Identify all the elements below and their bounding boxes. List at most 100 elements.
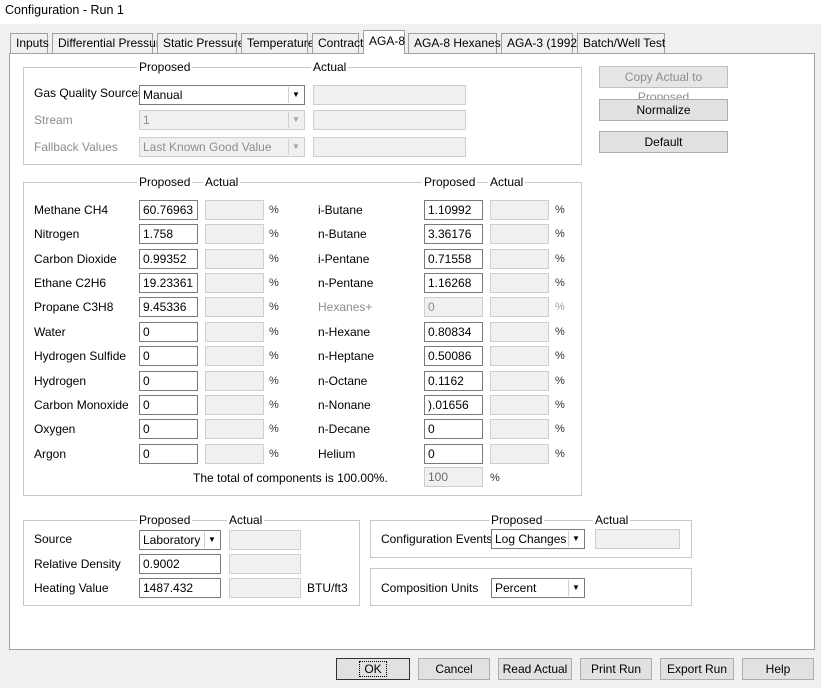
chevron-down-icon[interactable]: ▼ — [204, 532, 219, 548]
nitrogen-unit: % — [269, 228, 279, 240]
stream-select[interactable]: 1 ▼ — [139, 110, 305, 130]
fallback-values-label: Fallback Values — [34, 140, 118, 154]
n-hexane-label: n-Hexane — [318, 325, 371, 339]
tab-inputs[interactable]: Inputs — [10, 33, 49, 53]
export-run-button[interactable]: Export Run — [660, 658, 734, 680]
source-select[interactable]: Laboratory ▼ — [139, 530, 221, 550]
n-nonane-actual-field — [490, 395, 549, 415]
chevron-down-icon[interactable]: ▼ — [568, 580, 583, 596]
total-components-text: The total of components is 100.00%. — [193, 471, 388, 485]
helium-proposed-input[interactable]: 0 — [424, 444, 483, 464]
n-pentane-proposed-input[interactable]: 1.16268 — [424, 273, 483, 293]
hydrogen-proposed-input[interactable]: 0 — [139, 371, 198, 391]
n-decane-proposed-input[interactable]: 0 — [424, 419, 483, 439]
hydrogen-unit: % — [269, 375, 279, 387]
ethane-c2h6-label: Ethane C2H6 — [34, 276, 107, 290]
n-hexane-proposed-input[interactable]: 0.80834 — [424, 322, 483, 342]
propane-c3h8-unit: % — [269, 301, 279, 313]
source-label: Source — [34, 532, 73, 546]
carbon-monoxide-actual-field — [205, 395, 264, 415]
carbon-dioxide-proposed-input[interactable]: 0.99352 — [139, 249, 198, 269]
hydrogen-sulfide-unit: % — [269, 350, 279, 362]
source-value: Laboratory — [143, 533, 201, 547]
water-proposed-input[interactable]: 0 — [139, 322, 198, 342]
chevron-down-icon[interactable]: ▼ — [288, 139, 303, 155]
n-heptane-proposed-input[interactable]: 0.50086 — [424, 346, 483, 366]
relative-density-input[interactable]: 0.9002 — [139, 554, 221, 574]
oxygen-label: Oxygen — [34, 422, 76, 436]
chevron-down-icon[interactable]: ▼ — [288, 112, 303, 128]
total-components-value: 100 — [424, 467, 483, 487]
n-octane-proposed-input[interactable]: 0.1162 — [424, 371, 483, 391]
i-butane-proposed-input[interactable]: 1.10992 — [424, 200, 483, 220]
hydrogen-label: Hydrogen — [34, 374, 87, 388]
fallback-values-select[interactable]: Last Known Good Value ▼ — [139, 137, 305, 157]
chevron-down-icon[interactable]: ▼ — [568, 531, 583, 547]
tab-aga8[interactable]: AGA-8 — [363, 30, 405, 54]
config-events-label: Configuration Events — [381, 532, 493, 546]
helium-label: Helium — [318, 447, 356, 461]
fallback-values-value: Last Known Good Value — [143, 140, 272, 154]
copy-actual-to-proposed-button[interactable]: Copy Actual to Proposed — [599, 66, 728, 104]
help-button[interactable]: Help — [742, 658, 814, 680]
ok-button[interactable]: OK — [336, 658, 410, 680]
methane-ch4-proposed-input[interactable]: 60.76963 — [139, 200, 198, 220]
density-proposed-header: Proposed — [137, 513, 193, 527]
tab-contract[interactable]: Contract — [312, 33, 363, 53]
carbon-monoxide-proposed-input[interactable]: 0 — [139, 395, 198, 415]
n-butane-actual-field — [490, 224, 549, 244]
water-label: Water — [34, 325, 66, 339]
fallback-values-actual — [313, 137, 466, 157]
ethane-c2h6-actual-field — [205, 273, 264, 293]
i-pentane-proposed-input[interactable]: 0.71558 — [424, 249, 483, 269]
default-button[interactable]: Default — [599, 131, 728, 153]
source-actual — [229, 530, 301, 550]
ethane-c2h6-unit: % — [269, 277, 279, 289]
i-pentane-actual-field — [490, 249, 549, 269]
hydrogen-sulfide-proposed-input[interactable]: 0 — [139, 346, 198, 366]
actual-header: Actual — [311, 60, 349, 74]
helium-unit: % — [555, 448, 565, 460]
ethane-c2h6-proposed-input[interactable]: 19.23361 — [139, 273, 198, 293]
hexanes-unit: % — [555, 301, 565, 313]
components-proposed-header: Proposed — [137, 175, 193, 189]
chevron-down-icon[interactable]: ▼ — [288, 87, 303, 103]
window-title: Configuration - Run 1 — [5, 3, 124, 17]
ok-button-label: OK — [359, 661, 387, 677]
n-pentane-unit: % — [555, 277, 565, 289]
n-nonane-label: n-Nonane — [318, 398, 371, 412]
argon-proposed-input[interactable]: 0 — [139, 444, 198, 464]
tab-batch-well-test[interactable]: Batch/Well Test — [577, 33, 665, 53]
propane-c3h8-proposed-input[interactable]: 9.45336 — [139, 297, 198, 317]
tab-aga3-1992[interactable]: AGA-3 (1992) — [501, 33, 581, 53]
tab-temperature[interactable]: Temperature — [241, 33, 314, 53]
config-events-value: Log Changes — [495, 532, 567, 546]
n-decane-actual-field — [490, 419, 549, 439]
composition-units-select[interactable]: Percent ▼ — [491, 578, 585, 598]
heating-value-input[interactable]: 1487.432 — [139, 578, 221, 598]
tab-static-pressure[interactable]: Static Pressure — [157, 33, 244, 53]
tab-differential-pressure[interactable]: Differential Pressure — [52, 33, 167, 53]
n-nonane-unit: % — [555, 399, 565, 411]
print-run-button[interactable]: Print Run — [580, 658, 652, 680]
argon-actual-field — [205, 444, 264, 464]
read-actual-button[interactable]: Read Actual — [498, 658, 572, 680]
oxygen-proposed-input[interactable]: 0 — [139, 419, 198, 439]
nitrogen-proposed-input[interactable]: 1.758 — [139, 224, 198, 244]
config-events-select[interactable]: Log Changes ▼ — [491, 529, 585, 549]
cancel-button[interactable]: Cancel — [418, 658, 490, 680]
water-unit: % — [269, 326, 279, 338]
n-nonane-proposed-input[interactable]: ).01656 — [424, 395, 483, 415]
n-pentane-label: n-Pentane — [318, 276, 374, 290]
carbon-dioxide-actual-field — [205, 249, 264, 269]
n-butane-proposed-input[interactable]: 3.36176 — [424, 224, 483, 244]
methane-ch4-actual-field — [205, 200, 264, 220]
tab-aga8-hexanes[interactable]: AGA-8 Hexanes+ — [408, 33, 508, 53]
heating-value-actual — [229, 578, 301, 598]
helium-actual-field — [490, 444, 549, 464]
carbon-dioxide-unit: % — [269, 253, 279, 265]
i-butane-unit: % — [555, 204, 565, 216]
normalize-button[interactable]: Normalize — [599, 99, 728, 121]
hexanes-proposed-input[interactable]: 0 — [424, 297, 483, 317]
gas-quality-sources-select[interactable]: Manual ▼ — [139, 85, 305, 105]
